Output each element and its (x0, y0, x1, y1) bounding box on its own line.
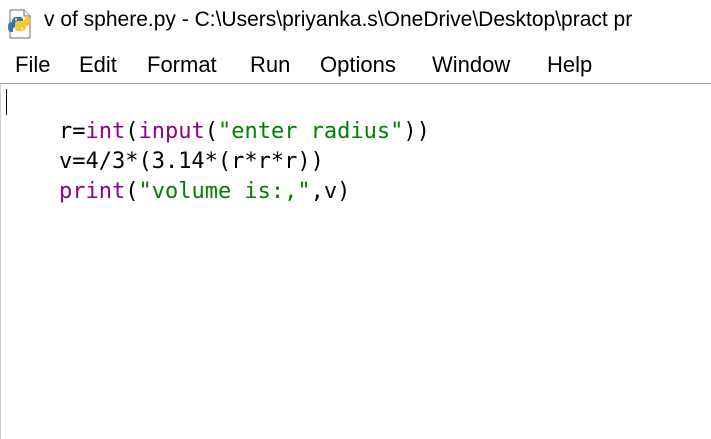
code-line-3[interactable]: print("volume is:,",v) (6, 147, 350, 204)
idle-editor-window: v of sphere.py - C:\Users\priyanka.s\One… (0, 0, 711, 439)
menu-run[interactable]: Run (250, 52, 290, 78)
menu-window[interactable]: Window (432, 52, 510, 78)
title-bar[interactable]: v of sphere.py - C:\Users\priyanka.s\One… (0, 0, 711, 48)
code-line-2[interactable]: v=4/3*(3.14*(r*r*r)) (6, 117, 324, 174)
menu-edit[interactable]: Edit (79, 52, 117, 78)
menu-options[interactable]: Options (320, 52, 396, 78)
code-token: ( (125, 179, 139, 204)
menu-format[interactable]: Format (147, 52, 217, 78)
code-line-1[interactable]: r=int(input("enter radius")) (6, 87, 430, 144)
menu-file[interactable]: File (15, 52, 50, 78)
editor-border (0, 84, 1, 439)
code-token: ,v) (310, 179, 351, 204)
python-icon (8, 9, 31, 39)
code-token: print (58, 179, 126, 204)
text-cursor (6, 89, 7, 115)
menu-help[interactable]: Help (547, 52, 592, 78)
window-title: v of sphere.py - C:\Users\priyanka.s\One… (44, 8, 633, 31)
code-token: "volume is:," (138, 179, 311, 204)
code-token: )) (403, 119, 430, 144)
menu-bar: File Edit Format Run Options Window Help (0, 48, 711, 82)
